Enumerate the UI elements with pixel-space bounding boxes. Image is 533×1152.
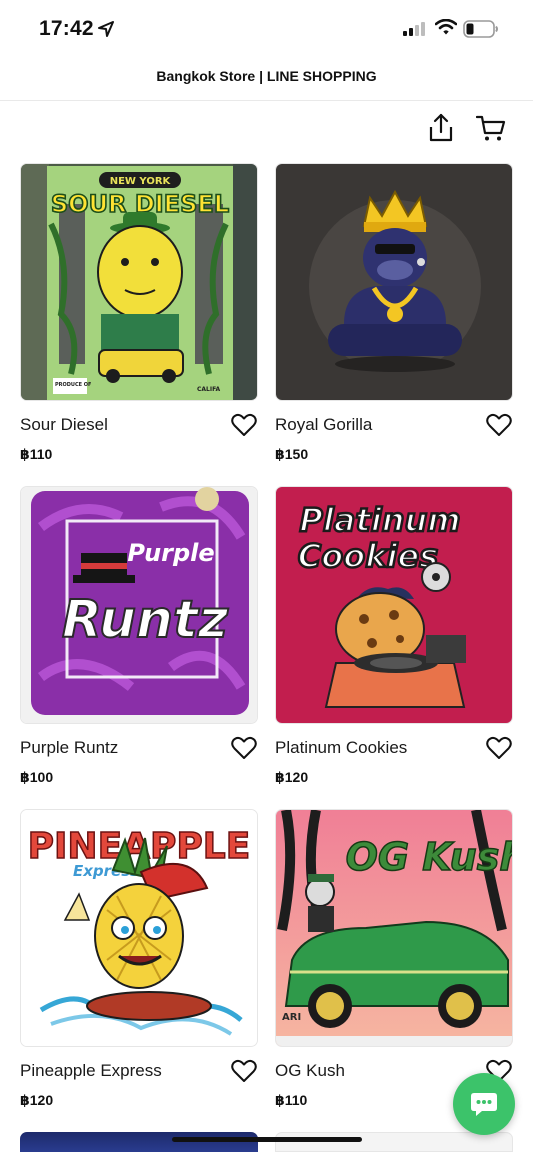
status-bar: 17:42 <box>0 0 533 56</box>
heart-icon[interactable] <box>486 413 512 437</box>
heart-icon[interactable] <box>231 413 257 437</box>
status-time: 17:42 <box>39 17 94 40</box>
chat-bubble-icon <box>471 1093 497 1116</box>
svg-text:Cookies: Cookies <box>298 537 438 575</box>
product-image[interactable] <box>275 163 513 401</box>
battery-icon <box>463 20 498 38</box>
svg-text:Runtz: Runtz <box>62 590 229 650</box>
product-image[interactable]: Purple Runtz <box>20 486 258 724</box>
location-arrow-icon <box>98 21 114 37</box>
home-indicator <box>172 1137 362 1142</box>
product-price: ฿110 <box>275 1092 308 1108</box>
chat-button[interactable] <box>453 1073 515 1135</box>
header-divider <box>0 100 533 101</box>
share-icon[interactable] <box>427 113 455 143</box>
page-title: Bangkok Store | LINE SHOPPING <box>156 68 377 84</box>
svg-text:Purple: Purple <box>127 539 214 567</box>
product-name[interactable]: OG Kush <box>275 1061 345 1081</box>
heart-icon[interactable] <box>231 736 257 760</box>
product-name[interactable]: Pineapple Express <box>20 1061 162 1081</box>
heart-icon[interactable] <box>486 736 512 760</box>
cellular-signal-icon <box>403 22 425 36</box>
product-image[interactable]: NEW YORK SOUR DIESEL PRODUCE OF CALIFA <box>20 163 258 401</box>
svg-text:ARI: ARI <box>282 1012 301 1023</box>
svg-text:PRODUCE OF: PRODUCE OF <box>55 382 91 388</box>
heart-icon[interactable] <box>231 1059 257 1083</box>
cart-icon[interactable] <box>476 114 506 142</box>
product-image[interactable]: Platinum Cookies <box>275 486 513 724</box>
svg-text:NEW YORK: NEW YORK <box>110 176 172 187</box>
product-image[interactable]: PINEAPPLE Express <box>20 809 258 1047</box>
product-price: ฿120 <box>20 1092 54 1108</box>
product-price: ฿100 <box>20 769 54 785</box>
product-name[interactable]: Purple Runtz <box>20 738 118 758</box>
product-price: ฿110 <box>20 446 53 462</box>
product-name[interactable]: Royal Gorilla <box>275 415 372 435</box>
product-price: ฿150 <box>275 446 309 462</box>
product-name[interactable]: Sour Diesel <box>20 415 108 435</box>
next-product-image-peek[interactable] <box>20 1132 258 1152</box>
wifi-icon <box>435 19 457 35</box>
product-price: ฿120 <box>275 769 309 785</box>
svg-text:CALIFA: CALIFA <box>197 386 221 393</box>
product-name[interactable]: Platinum Cookies <box>275 738 407 758</box>
product-image[interactable]: OG Kush ARI <box>275 809 513 1047</box>
next-product-image-peek[interactable] <box>275 1132 513 1152</box>
svg-text:Platinum: Platinum <box>299 501 460 539</box>
svg-text:OG Kush: OG Kush <box>346 835 513 879</box>
